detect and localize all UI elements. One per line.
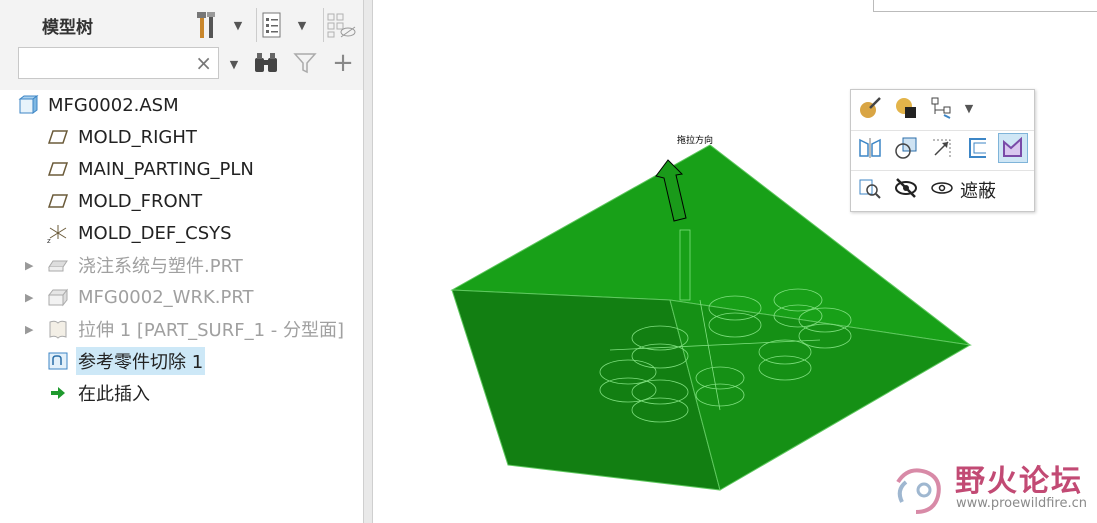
settings-tools-button[interactable] bbox=[192, 8, 222, 42]
model-tree-panel: 模型树 ▼ ▼ × ▼ + MFG0002.ASM MOLD_RIGHT MAI… bbox=[0, 0, 363, 523]
tools-icon bbox=[197, 12, 215, 38]
thicken-bracket-icon bbox=[969, 138, 986, 158]
binoculars-icon bbox=[255, 53, 277, 72]
reference-part-cutout-icon bbox=[47, 350, 69, 372]
tree-item-main-parting-pln[interactable]: MAIN_PARTING_PLN bbox=[45, 154, 256, 184]
surface-trim-button[interactable] bbox=[998, 133, 1028, 163]
intersect-button[interactable] bbox=[892, 134, 920, 162]
filters-dropdown-chevron-icon[interactable]: ▼ bbox=[295, 8, 309, 42]
tree-structure-icon bbox=[931, 97, 951, 119]
add-column-plus-icon[interactable]: + bbox=[330, 48, 356, 78]
appearance-button[interactable] bbox=[856, 94, 884, 122]
mirror-icon bbox=[859, 138, 881, 158]
intersect-icon bbox=[895, 137, 917, 159]
tree-item-label: 拉伸 1 [PART_SURF_1 - 分型面] bbox=[78, 320, 345, 341]
zoom-selected-button[interactable] bbox=[856, 174, 884, 202]
model-tree-title: 模型树 bbox=[42, 18, 93, 38]
tree-item-label: 参考零件切除 1 bbox=[76, 347, 206, 375]
tree-item-root[interactable]: MFG0002.ASM bbox=[15, 90, 181, 120]
tree-item-extrude-surface[interactable]: ▶ 拉伸 1 [PART_SURF_1 - 分型面] bbox=[0, 314, 346, 344]
tree-item-label: MFG0002_WRK.PRT bbox=[78, 286, 254, 308]
expand-chevron-icon[interactable]: ▶ bbox=[25, 323, 33, 336]
grid-hide-icon bbox=[327, 13, 356, 38]
mold-model[interactable] bbox=[373, 0, 1097, 523]
paint-brush-icon bbox=[860, 97, 881, 118]
hide-button[interactable] bbox=[892, 174, 920, 202]
tree-item-workpiece[interactable]: ▶ MFG0002_WRK.PRT bbox=[0, 282, 256, 312]
offset-button[interactable] bbox=[928, 134, 956, 162]
tree-item-label: 浇注系统与塑件.PRT bbox=[78, 256, 243, 277]
svg-text:z: z bbox=[47, 237, 51, 244]
pull-direction-label: 拖拉方向 bbox=[677, 136, 714, 146]
tree-item-label: MAIN_PARTING_PLN bbox=[78, 158, 254, 180]
shading-button[interactable] bbox=[892, 94, 920, 122]
search-box: × bbox=[18, 47, 219, 79]
tree-item-label: MOLD_DEF_CSYS bbox=[78, 222, 232, 244]
hierarchy-dropdown-chevron-icon[interactable]: ▼ bbox=[960, 94, 978, 122]
tree-item-insert-here[interactable]: 在此插入 bbox=[45, 378, 152, 408]
filter-button[interactable] bbox=[292, 48, 318, 78]
tree-item-reference-part-cutout[interactable]: 参考零件切除 1 bbox=[45, 346, 206, 376]
datum-plane-icon bbox=[47, 158, 69, 180]
workpiece-icon bbox=[47, 286, 69, 308]
mask-label[interactable]: 遮蔽 bbox=[960, 177, 996, 203]
search-dropdown-chevron-icon[interactable]: ▼ bbox=[227, 50, 241, 78]
tree-item-mold-front[interactable]: MOLD_FRONT bbox=[45, 186, 204, 216]
list-settings-icon bbox=[262, 12, 281, 38]
hierarchy-button[interactable] bbox=[928, 94, 956, 122]
expand-chevron-icon[interactable]: ▶ bbox=[25, 259, 33, 272]
tree-item-mold-def-csys[interactable]: z MOLD_DEF_CSYS bbox=[45, 218, 234, 248]
forum-logo-icon bbox=[896, 468, 941, 514]
zoom-to-selected-icon bbox=[859, 179, 881, 199]
clear-search-icon[interactable]: × bbox=[195, 51, 212, 75]
eye-slash-icon bbox=[895, 178, 917, 198]
panel-splitter[interactable] bbox=[363, 0, 373, 523]
datum-plane-icon bbox=[47, 126, 69, 148]
eye-icon bbox=[931, 182, 953, 194]
tree-item-label: MOLD_FRONT bbox=[78, 190, 203, 212]
watermark-url: www.proewildfire.cn bbox=[956, 496, 1087, 511]
coordinate-system-icon: z bbox=[47, 222, 69, 244]
part-icon bbox=[47, 254, 69, 276]
tree-item-label: MFG0002.ASM bbox=[48, 94, 179, 116]
search-input[interactable] bbox=[23, 49, 197, 79]
insert-here-arrow-icon bbox=[47, 382, 69, 404]
tree-filters-button[interactable] bbox=[256, 8, 287, 42]
show-hidden-button[interactable] bbox=[323, 8, 358, 42]
thicken-button[interactable] bbox=[964, 134, 992, 162]
tree-item-casting-system-part[interactable]: ▶ 浇注系统与塑件.PRT bbox=[0, 250, 245, 280]
offset-arrow-icon bbox=[933, 139, 951, 157]
tree-item-mold-right[interactable]: MOLD_RIGHT bbox=[45, 122, 199, 152]
mask-button[interactable] bbox=[928, 174, 956, 202]
mirror-button[interactable] bbox=[856, 134, 884, 162]
assembly-icon bbox=[17, 94, 39, 116]
tree-item-label: 在此插入 bbox=[78, 384, 150, 405]
surface-trim-icon bbox=[1003, 136, 1022, 157]
find-button[interactable] bbox=[252, 48, 280, 78]
watermark-title: 野火论坛 bbox=[955, 464, 1083, 499]
expand-chevron-icon[interactable]: ▶ bbox=[25, 291, 33, 304]
tools-dropdown-chevron-icon[interactable]: ▼ bbox=[231, 8, 245, 42]
extrude-surface-icon bbox=[47, 318, 69, 340]
sphere-shading-icon bbox=[896, 98, 916, 118]
datum-plane-icon bbox=[47, 190, 69, 212]
tree-item-label: MOLD_RIGHT bbox=[78, 126, 197, 148]
funnel-icon bbox=[293, 53, 317, 74]
